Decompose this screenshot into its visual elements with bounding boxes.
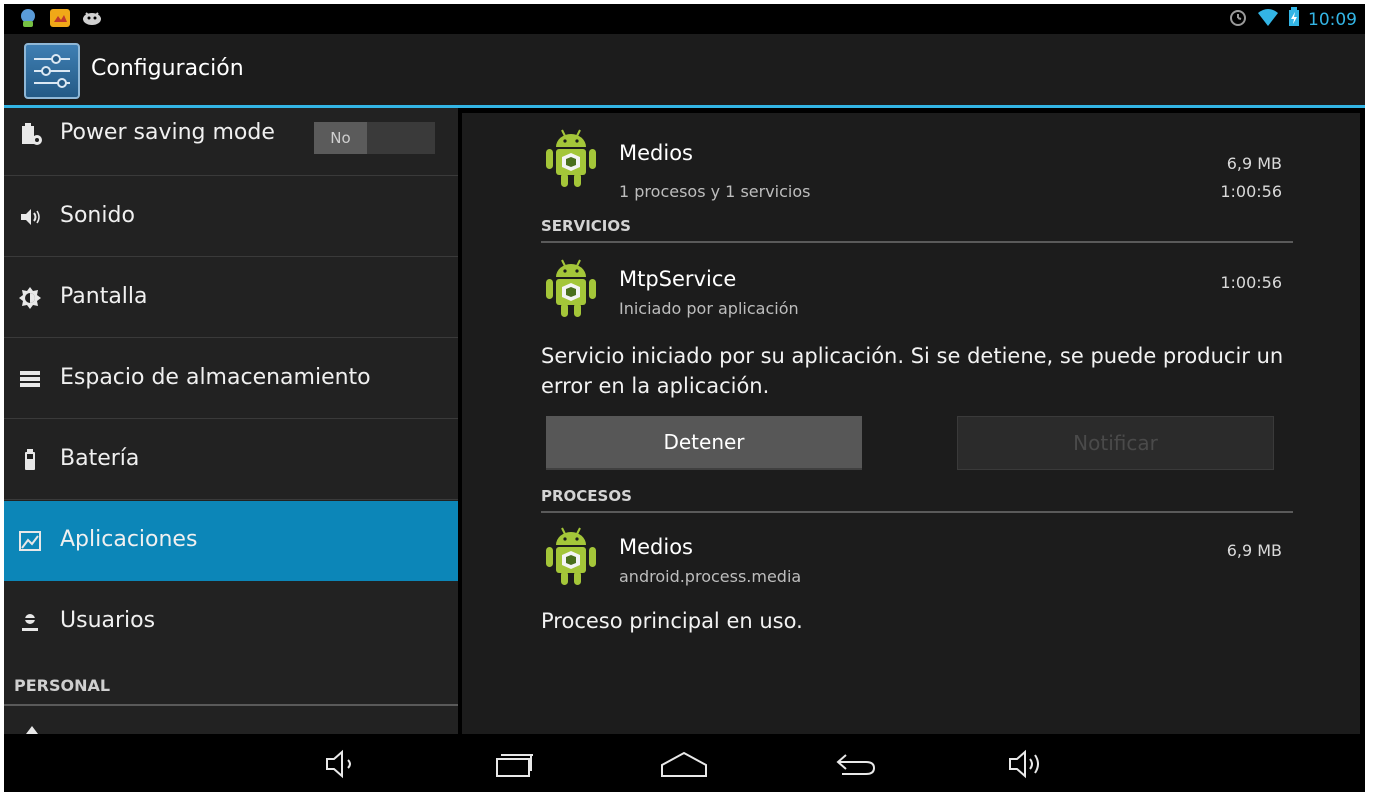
status-bar: 10:09 <box>4 4 1365 34</box>
page-title: Configuración <box>91 56 244 81</box>
app-detail-panel: Medios 1 procesos y 1 servicios 6,9 MB 1… <box>462 113 1360 734</box>
sidebar-item-bateria[interactable]: Batería <box>4 420 458 500</box>
battery-charging-icon <box>1288 7 1300 32</box>
services-section-header: SERVICIOS <box>541 211 1293 243</box>
navigation-bar <box>4 734 1365 792</box>
process-description: Proceso principal en uso. <box>541 609 803 633</box>
notify-button: Notificar <box>957 416 1274 470</box>
partial-account-icon <box>22 720 42 734</box>
settings-sliders-icon[interactable] <box>24 43 80 99</box>
alarm-icon <box>1228 7 1248 32</box>
process-size: 6,9 MB <box>1226 541 1282 560</box>
volume-down-icon[interactable] <box>316 746 366 782</box>
sidebar-section-header: PERSONAL <box>4 668 458 706</box>
sidebar-item-sonido[interactable]: Sonido <box>4 177 458 257</box>
speaker-icon <box>18 205 42 229</box>
android-app-icon <box>542 127 600 191</box>
sidebar-item-label: Sonido <box>60 203 135 228</box>
apps-icon <box>18 529 42 553</box>
sidebar-item-label: Pantalla <box>60 284 148 309</box>
app-name: Medios <box>619 141 693 165</box>
sidebar-item-label: Usuarios <box>60 608 156 633</box>
stop-button[interactable]: Detener <box>546 416 862 470</box>
process-package: android.process.media <box>619 567 802 586</box>
sidebar-item-label: Espacio de almacenamiento <box>60 365 371 390</box>
back-icon[interactable] <box>830 746 880 782</box>
android-app-icon <box>542 525 600 589</box>
sidebar-item-label: Power saving mode <box>60 120 275 145</box>
service-status: Iniciado por aplicación <box>619 299 799 318</box>
section-header-label: PERSONAL <box>14 676 111 695</box>
app-time: 1:00:56 <box>1220 182 1282 201</box>
recents-icon[interactable] <box>490 746 540 782</box>
service-description: Servicio iniciado por su aplicación. Si … <box>541 344 1284 398</box>
settings-sidebar: Power saving mode No Sonido Pantalla Esp… <box>4 108 458 734</box>
notification-app-icon[interactable] <box>16 7 40 29</box>
toggle-state: No <box>314 122 367 154</box>
app-summary-row: Medios 1 procesos y 1 servicios 6,9 MB 1… <box>542 123 1282 203</box>
home-icon[interactable] <box>659 746 709 782</box>
process-row[interactable]: Medios android.process.media 6,9 MB <box>542 521 1282 601</box>
sidebar-item-pantalla[interactable]: Pantalla <box>4 258 458 338</box>
storage-icon <box>18 367 42 391</box>
sidebar-item-aplicaciones[interactable]: Aplicaciones <box>4 501 458 581</box>
battery-icon <box>18 448 42 472</box>
sidebar-item-label: Aplicaciones <box>60 527 198 552</box>
brightness-icon <box>18 286 42 310</box>
volume-up-icon[interactable] <box>1001 746 1051 782</box>
power-saving-toggle[interactable]: No <box>314 122 435 154</box>
app-summary: 1 procesos y 1 servicios <box>619 182 811 201</box>
service-name: MtpService <box>619 267 737 291</box>
action-bar: Configuración <box>4 34 1365 108</box>
user-icon <box>18 610 42 634</box>
process-name: Medios <box>619 535 693 559</box>
android-app-icon <box>542 257 600 321</box>
sidebar-item-almacenamiento[interactable]: Espacio de almacenamiento <box>4 339 458 419</box>
photo-app-icon[interactable] <box>48 7 72 29</box>
sidebar-item-usuarios[interactable]: Usuarios <box>4 582 458 662</box>
power-saving-icon <box>18 122 42 146</box>
processes-section-header: PROCESOS <box>541 481 1293 513</box>
android-debug-icon[interactable] <box>80 7 104 29</box>
sidebar-item-power-saving[interactable]: Power saving mode No <box>4 108 458 176</box>
sidebar-item-label: Batería <box>60 446 140 471</box>
android-screen: 10:09 Configuración Power saving mode No <box>4 4 1365 792</box>
section-header-label: SERVICIOS <box>541 217 631 235</box>
service-time: 1:00:56 <box>1220 273 1282 292</box>
wifi-icon <box>1256 7 1280 32</box>
service-row[interactable]: MtpService Iniciado por aplicación 1:00:… <box>542 253 1282 333</box>
status-clock: 10:09 <box>1308 9 1357 30</box>
section-header-label: PROCESOS <box>541 487 632 505</box>
app-size: 6,9 MB <box>1226 154 1282 173</box>
